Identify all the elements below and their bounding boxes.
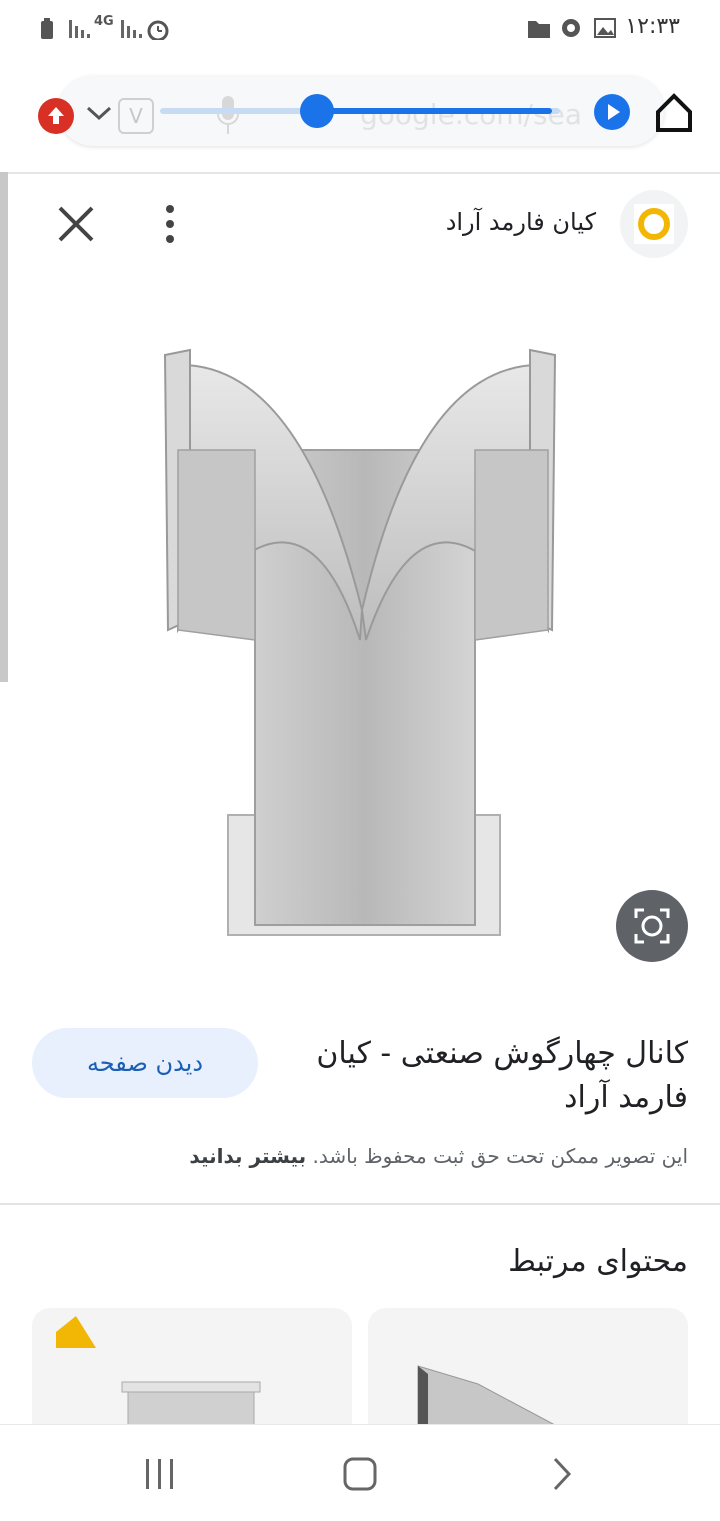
result-title: کانال چهارگوش صنعتی - کیان فارمد آراد — [316, 1036, 688, 1115]
network-type: 4G — [94, 14, 114, 29]
visit-page-button[interactable]: دیدن صفحه — [32, 1028, 258, 1098]
copyright-notice: این تصویر ممکن تحت حق ثبت محفوظ باشد. بی… — [189, 1144, 688, 1168]
chat-icon — [562, 19, 580, 37]
folder-icon — [528, 21, 550, 38]
home-icon[interactable] — [654, 92, 694, 132]
browser-toolbar: google.com/sea V — [0, 60, 720, 174]
mic-icon[interactable] — [216, 96, 240, 136]
more-menu-icon[interactable] — [158, 204, 182, 246]
site-logo[interactable] — [620, 190, 688, 258]
lens-search-icon[interactable] — [616, 890, 688, 962]
divider — [0, 1203, 720, 1205]
system-nav-bar — [0, 1424, 720, 1521]
media-seek-fill — [316, 108, 552, 114]
v-badge[interactable]: V — [118, 98, 154, 134]
media-seek-thumb[interactable] — [300, 94, 334, 128]
battery-icon — [41, 18, 53, 39]
home-nav-icon[interactable] — [343, 1457, 377, 1491]
clock: ۱۲:۳۳ — [625, 14, 680, 39]
upload-icon[interactable] — [38, 98, 74, 134]
signal-icon-2 — [121, 20, 142, 38]
signal-icon — [69, 20, 90, 38]
image-icon — [594, 18, 616, 38]
site-name[interactable]: کیان فارمد آراد — [446, 208, 596, 236]
site-favicon-icon — [634, 204, 674, 244]
learn-more-link[interactable]: بیشتر بدانید — [189, 1144, 306, 1168]
back-icon[interactable] — [552, 1457, 572, 1491]
url-text[interactable]: google.com/sea — [360, 98, 582, 131]
copyright-text: این تصویر ممکن تحت حق ثبت محفوظ باشد. — [312, 1144, 688, 1168]
close-icon[interactable] — [54, 202, 98, 246]
play-icon[interactable] — [594, 94, 630, 130]
product-image[interactable] — [0, 310, 720, 970]
status-bar: 4G ۱۲:۳۳ — [0, 0, 720, 60]
chevron-down-icon[interactable] — [84, 98, 114, 128]
recent-apps-icon[interactable] — [144, 1459, 176, 1489]
alarm-icon — [147, 20, 169, 40]
related-heading: محتوای مرتبط — [508, 1244, 688, 1279]
